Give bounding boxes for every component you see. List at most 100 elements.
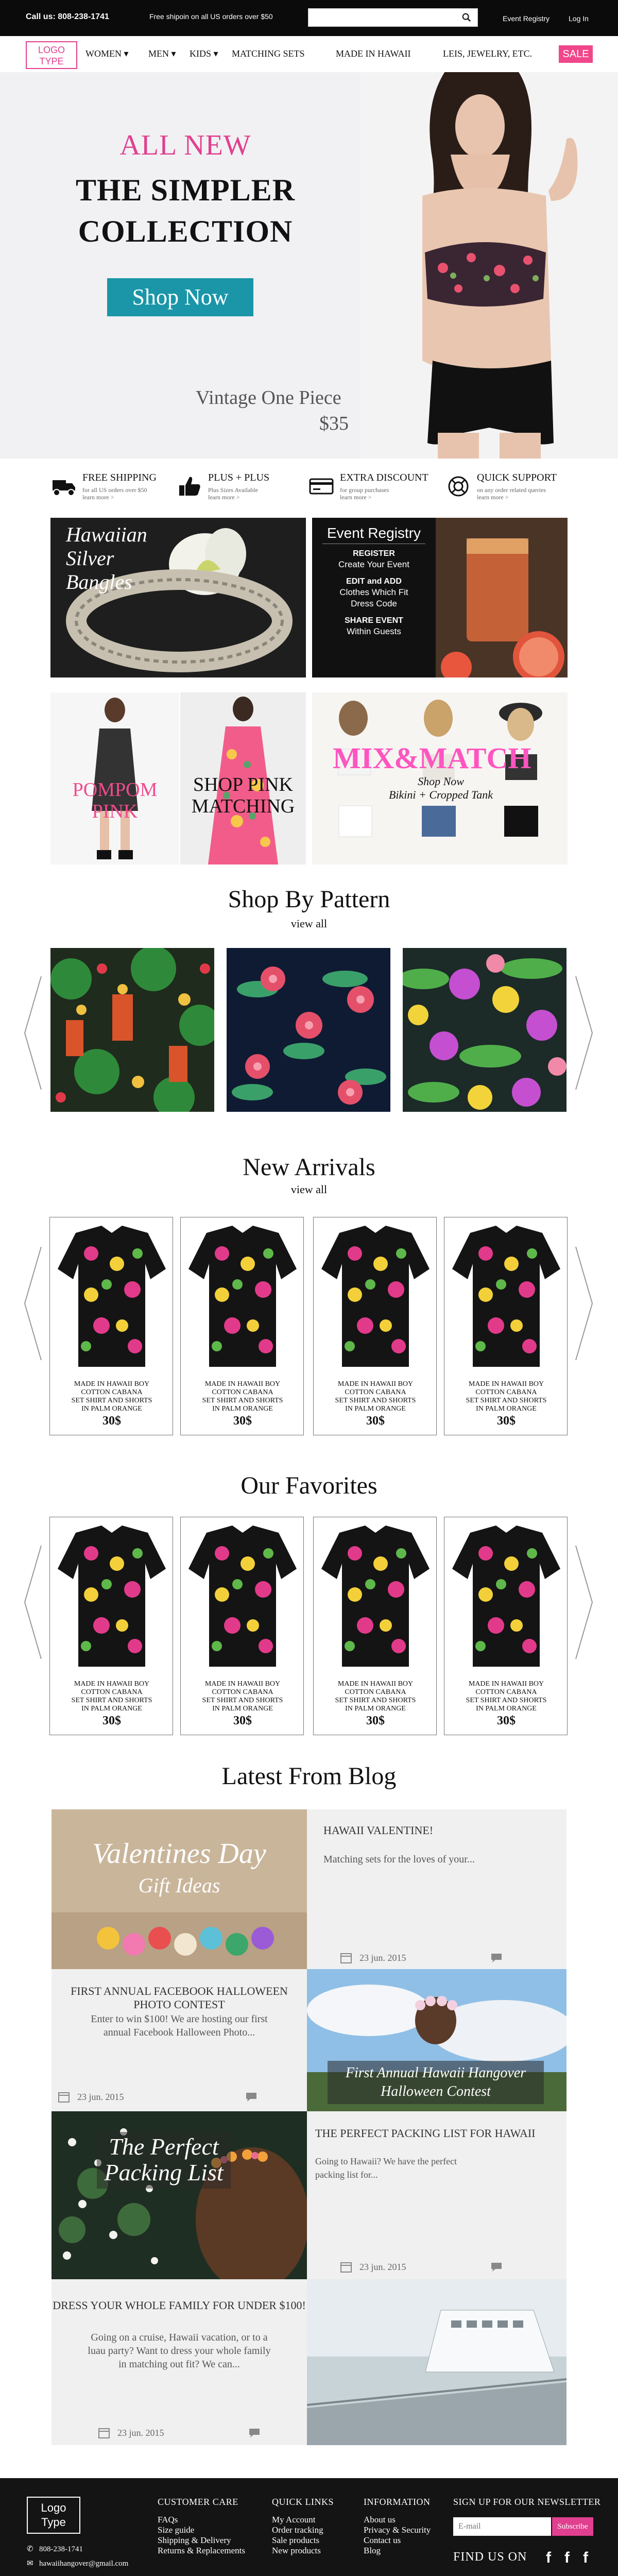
blog-image-halloween[interactable]: First Annual Hawaii Hangover Halloween Co… [307,1969,566,2111]
footer-link[interactable]: Blog [364,2546,431,2556]
nav-sale[interactable]: SALE [559,45,593,63]
footer-phone: ✆ 808-238-1741 [27,2545,83,2553]
product-description: MADE IN HAWAII BOY COTTON CABANA SET SHIRT… [335,1680,416,1713]
blog-image-cruise[interactable] [307,2279,566,2445]
shirt-image [58,1526,166,1667]
footer-link[interactable]: Returns & Replacements [158,2546,245,2556]
newsletter-email-input[interactable] [453,2517,551,2536]
footer-link[interactable]: Size guide [158,2525,245,2535]
blog-image-caption: The Perfect Packing List [104,2133,224,2185]
registry-step: SHARE EVENT [345,616,403,625]
comment-icon[interactable] [248,2428,261,2438]
blog-post-card[interactable]: FIRST ANNUAL FACEBOOK HALLOWEEN PHOTO CO… [52,1969,307,2111]
comment-icon[interactable] [245,2092,258,2102]
comment-icon[interactable] [490,2262,503,2272]
footer-logo[interactable]: Logo Type [27,2497,80,2534]
feature-extra-discount[interactable]: EXTRA DISCOUNT for group purchases learn … [307,470,441,506]
product-card[interactable]: MADE IN HAWAII BOY COTTON CABANA SET SHIRT… [444,1217,568,1435]
shop-now-button[interactable]: Shop Now [107,278,253,316]
blog-post-title[interactable]: FIRST ANNUAL FACEBOOK HALLOWEEN PHOTO CO… [52,1985,307,2011]
chevron-left-icon[interactable] [23,1247,43,1360]
feature-quick-support[interactable]: QUICK SUPPORT on any order related queri… [444,470,578,506]
shirt-image [452,1226,560,1367]
product-card[interactable]: MADE IN HAWAII BOY COTTON CABANA SET SHIRT… [49,1517,173,1735]
nav-matching-sets[interactable]: MATCHING SETS [232,48,305,59]
mix-match-shop-now[interactable]: Shop Now [394,775,487,788]
new-arrivals-view-all[interactable]: view all [0,1183,618,1196]
search-box[interactable] [308,8,478,27]
footer-link[interactable]: Contact us [364,2535,431,2546]
footer-link[interactable]: Shipping & Delivery [158,2535,245,2546]
pattern-tile-tropical[interactable] [403,948,566,1112]
blog-image-packing[interactable]: The Perfect Packing List [52,2111,307,2279]
product-card[interactable]: MADE IN HAWAII BOY COTTON CABANA SET SHIRT… [313,1517,437,1735]
pattern-view-all[interactable]: view all [0,917,618,930]
facebook-icon[interactable]: f [546,2549,551,2567]
bangles-promo[interactable]: Hawaiian Silver Bangles [50,518,306,677]
product-card[interactable]: MADE IN HAWAII BOY COTTON CABANA SET SHIRT… [49,1217,173,1435]
search-input[interactable] [308,9,453,26]
footer-link[interactable]: Privacy & Security [364,2525,431,2535]
facebook-icon[interactable]: f [583,2549,588,2567]
chevron-right-icon[interactable] [574,1247,594,1360]
blog-image-valentines[interactable]: Valentines Day Gift Ideas [52,1809,307,1969]
pattern-tile-tiki[interactable] [50,948,214,1112]
blog-post-excerpt: Enter to win $100! We are hosting our fi… [91,2013,268,2038]
main-nav: LOGO TYPE WOMEN ▾ MEN ▾ KIDS ▾ MATCHING … [0,36,618,72]
chevron-left-icon[interactable] [23,1546,43,1659]
pompom-pink-promo[interactable]: POMPOM PINK [50,692,179,865]
blog-post-title[interactable]: DRESS YOUR WHOLE FAMILY FOR UNDER $100! [52,2298,307,2313]
product-card[interactable]: MADE IN HAWAII BOY COTTON CABANA SET SHIRT… [180,1517,304,1735]
product-description: MADE IN HAWAII BOY COTTON CABANA SET SHIRT… [71,1380,152,1413]
blog-post-title[interactable]: HAWAII VALENTINE! [323,1824,433,1837]
registry-heading: Event Registry [327,525,421,541]
product-price: 30$ [366,1414,385,1428]
shop-pink-matching-promo[interactable]: SHOP PINK MATCHING [180,692,306,865]
product-price: 30$ [497,1414,516,1428]
feature-plus-sizes[interactable]: PLUS + PLUS Plus Sizes Available learn mo… [175,470,288,506]
product-card[interactable]: MADE IN HAWAII BOY COTTON CABANA SET SHIRT… [313,1217,437,1435]
footer-link[interactable]: FAQs [158,2515,245,2525]
facebook-icon[interactable]: f [564,2549,570,2567]
footer-link[interactable]: Order tracking [272,2525,334,2535]
event-registry-link[interactable]: Event Registry [503,14,550,23]
chevron-left-icon[interactable] [23,976,43,1090]
event-registry-promo[interactable]: Event Registry REGISTER Create Your Even… [312,518,436,677]
blog-post-date: 23 jun. 2015 [117,2428,164,2438]
blog-post-card[interactable]: DRESS YOUR WHOLE FAMILY FOR UNDER $100! … [52,2279,307,2445]
nav-men[interactable]: MEN ▾ [148,48,176,59]
nav-made-in-hawaii[interactable]: MADE IN HAWAII [336,48,411,59]
product-price: 30$ [366,1714,385,1727]
feature-free-shipping[interactable]: FREE SHIPPING for all US orders over $50… [49,470,168,506]
calendar-icon [340,1953,352,1963]
footer-link[interactable]: New products [272,2546,334,2556]
logo[interactable]: LOGO TYPE [26,41,77,69]
blog-post-card[interactable]: THE PERFECT PACKING LIST FOR HAWAII Goin… [307,2111,566,2279]
blog-post-card[interactable]: HAWAII VALENTINE! Matching sets for the … [307,1809,566,1969]
search-icon[interactable] [462,13,471,22]
product-price: 30$ [233,1414,252,1428]
blog-post-title[interactable]: THE PERFECT PACKING LIST FOR HAWAII [315,2127,536,2140]
subscribe-button[interactable]: Subscribe [552,2517,593,2536]
login-link[interactable]: Log In [569,14,589,23]
chevron-right-icon[interactable] [574,976,594,1090]
find-us-label: FIND US ON [453,2550,527,2564]
shirt-image [321,1226,430,1367]
product-card[interactable]: MADE IN HAWAII BOY COTTON CABANA SET SHIRT… [444,1517,568,1735]
footer-link[interactable]: About us [364,2515,431,2525]
comment-icon[interactable] [490,1953,503,1963]
chevron-right-icon[interactable] [574,1546,594,1659]
pattern-tile-hibiscus-navy[interactable] [227,948,390,1112]
nav-women[interactable]: WOMEN ▾ [85,48,129,59]
footer-link[interactable]: My Account [272,2515,334,2525]
product-card[interactable]: MADE IN HAWAII BOY COTTON CABANA SET SHIRT… [180,1217,304,1435]
nav-kids[interactable]: KIDS ▾ [190,48,218,59]
feature-subtitle: Plus Sizes Available learn more > [208,486,259,501]
footer-link[interactable]: Sale products [272,2535,334,2546]
mix-match-promo[interactable]: MIX&MATCH Shop Now Bikini + Cropped Tank [312,692,568,865]
drink-image [436,518,568,677]
nav-leis-jewelry[interactable]: LEIS, JEWELRY, ETC. [443,48,532,59]
footer-email[interactable]: ✉ hawaiihangover@gmail.com [27,2558,128,2568]
feature-subtitle: for group purchases learn more > [340,486,389,501]
blog-image-subtitle: Gift Ideas [138,1874,220,1897]
